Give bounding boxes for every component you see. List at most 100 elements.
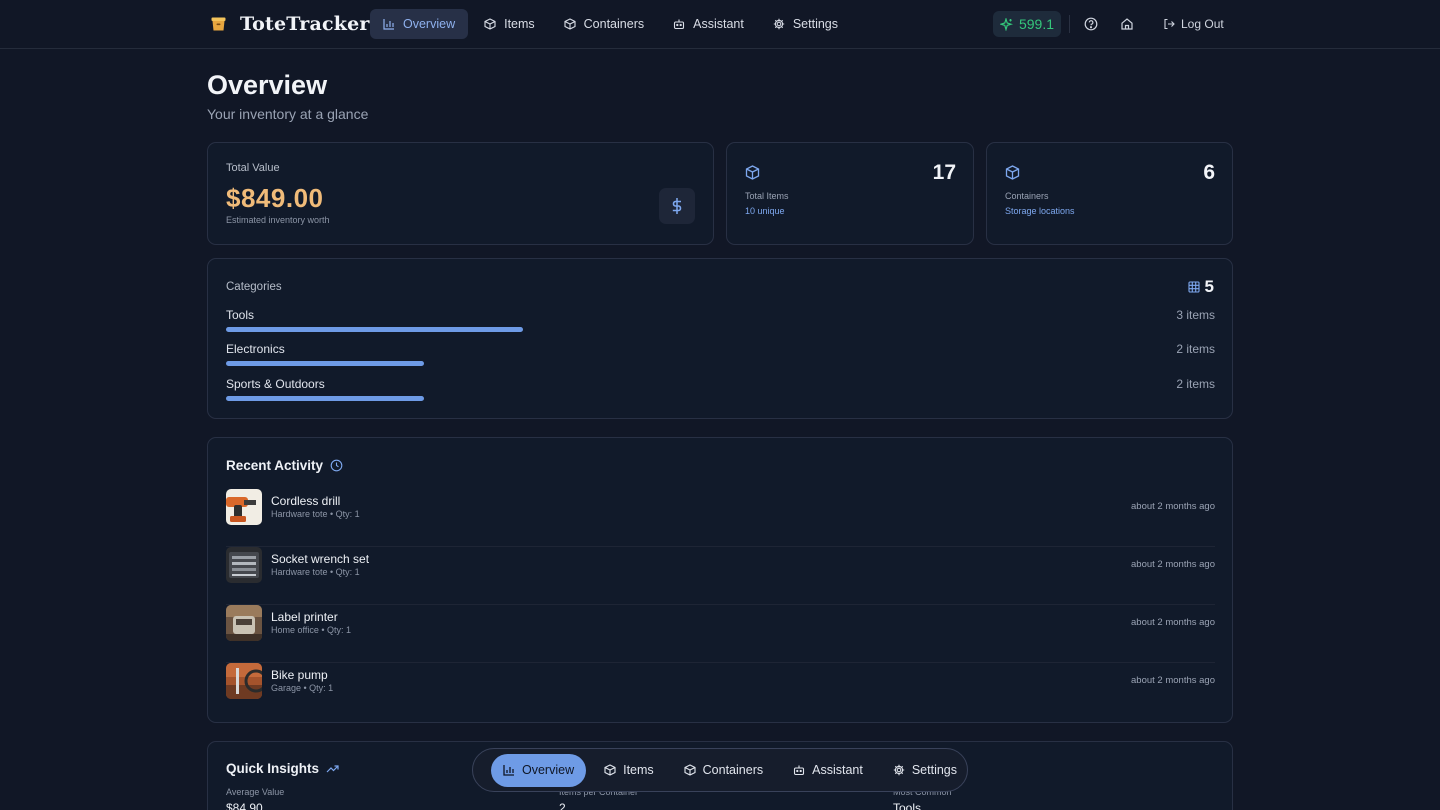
item-name: Socket wrench set	[271, 552, 370, 566]
app-name: ToteTracker	[240, 13, 370, 35]
item-name: Bike pump	[271, 668, 328, 682]
item-name: Cordless drill	[271, 494, 341, 508]
bottom-nav-containers[interactable]: Containers	[672, 754, 775, 787]
total-value-label: Total Value	[226, 162, 280, 174]
nav-settings[interactable]: Settings	[760, 9, 851, 39]
box-icon	[684, 764, 696, 776]
tote-logo-icon	[211, 17, 226, 31]
category-bar-fill	[226, 327, 523, 332]
drill-image	[226, 489, 262, 525]
bottom-nav-containers-label: Containers	[702, 763, 764, 777]
bottom-nav-assistant[interactable]: Assistant	[781, 754, 875, 787]
categories-card: Categories 5 Tools 3 items Electronics 2…	[207, 258, 1233, 419]
category-row[interactable]: Electronics 2 items	[226, 342, 1215, 368]
brand[interactable]: ToteTracker	[211, 12, 370, 36]
nav-items-label: Items	[504, 17, 535, 31]
dollar-badge	[659, 188, 695, 224]
total-items-card[interactable]: 17 Total Items 10 unique	[726, 142, 974, 245]
category-item-count: 2 items	[1176, 377, 1215, 391]
insight-value: 2	[559, 801, 566, 810]
recent-activity-card: Recent Activity Cordless drill Hardware …	[207, 437, 1233, 723]
recent-activity-title: Recent Activity	[226, 458, 343, 473]
total-items-count: 17	[932, 161, 956, 184]
logout-button[interactable]: Log Out	[1163, 17, 1224, 31]
points-badge[interactable]: 599.1	[993, 11, 1061, 37]
total-value-card: Total Value $849.00 Estimated inventory …	[207, 142, 714, 245]
grid-icon	[1188, 281, 1200, 293]
sparkle-icon	[999, 17, 1013, 31]
nav-overview[interactable]: Overview	[370, 9, 469, 39]
home-icon[interactable]	[1120, 17, 1134, 31]
bar-chart-icon	[383, 19, 394, 30]
bottom-nav-items-label: Items	[623, 763, 654, 777]
label-printer-image	[226, 605, 262, 641]
activity-row[interactable]: Bike pump Garage • Qty: 1 about 2 months…	[226, 663, 1215, 721]
containers-card[interactable]: 6 Containers Storage locations	[986, 142, 1233, 245]
box-icon	[564, 18, 576, 30]
total-items-label: Total Items	[745, 191, 789, 201]
item-thumbnail	[226, 605, 262, 641]
bottom-nav-overview-label: Overview	[522, 763, 575, 777]
unique-items-count: 10 unique	[745, 206, 785, 216]
category-row[interactable]: Tools 3 items	[226, 308, 1215, 334]
box-icon	[484, 18, 496, 30]
main-nav: Overview Items Containers Assistant Sett…	[370, 9, 854, 39]
item-thumbnail	[226, 547, 262, 583]
bot-icon	[674, 19, 685, 30]
item-meta: Hardware tote • Qty: 1	[271, 567, 360, 577]
category-bar-track	[226, 361, 1215, 366]
category-bar-track	[226, 327, 1215, 332]
insight-average-value: Average Value $84.90	[226, 787, 284, 810]
gear-icon	[773, 18, 785, 30]
containers-label: Containers	[1005, 191, 1049, 201]
categories-count: 5	[1204, 277, 1214, 296]
item-timestamp: about 2 months ago	[1131, 559, 1215, 570]
recent-activity-label: Recent Activity	[226, 458, 324, 473]
box-icon	[1005, 165, 1020, 180]
total-value-amount: $849.00	[226, 183, 324, 213]
nav-assistant[interactable]: Assistant	[660, 9, 757, 39]
category-bar-track	[226, 396, 1215, 401]
bottom-nav-items[interactable]: Items	[592, 754, 666, 787]
item-timestamp: about 2 months ago	[1131, 675, 1215, 686]
help-icon[interactable]	[1084, 17, 1098, 31]
activity-row[interactable]: Socket wrench set Hardware tote • Qty: 1…	[226, 547, 1215, 605]
points-value: 599.1	[1018, 16, 1055, 32]
category-bar-fill	[226, 396, 424, 401]
category-row[interactable]: Sports & Outdoors 2 items	[226, 377, 1215, 403]
containers-count: 6	[1203, 161, 1215, 184]
page-title: Overview	[207, 70, 328, 100]
box-icon	[604, 764, 616, 776]
nav-containers[interactable]: Containers	[551, 9, 657, 39]
categories-title: Categories	[226, 281, 282, 293]
floating-nav: Overview Items Containers Assistant Sett…	[472, 748, 968, 792]
item-thumbnail	[226, 663, 262, 699]
quick-insights-label: Quick Insights	[226, 761, 320, 776]
nav-items[interactable]: Items	[471, 9, 548, 39]
bottom-nav-settings[interactable]: Settings	[881, 754, 969, 787]
category-item-count: 2 items	[1176, 342, 1215, 356]
item-timestamp: about 2 months ago	[1131, 617, 1215, 628]
socket-set-image	[226, 547, 262, 583]
gear-icon	[893, 764, 905, 776]
insight-value: Tools	[893, 801, 922, 810]
category-name: Sports & Outdoors	[226, 377, 325, 391]
category-item-count: 3 items	[1176, 308, 1215, 322]
quick-insights-title: Quick Insights	[226, 761, 339, 776]
insight-label: Average Value	[226, 787, 285, 797]
item-meta: Home office • Qty: 1	[271, 625, 352, 635]
item-thumbnail	[226, 489, 262, 525]
bottom-nav-assistant-label: Assistant	[812, 763, 863, 777]
item-meta: Hardware tote • Qty: 1	[271, 509, 360, 519]
trending-up-icon	[326, 765, 339, 773]
bottom-nav-overview[interactable]: Overview	[491, 753, 587, 787]
nav-assistant-label: Assistant	[693, 17, 744, 31]
top-navbar: ToteTracker Overview Items Containers As…	[0, 0, 1440, 49]
item-meta: Garage • Qty: 1	[271, 683, 334, 693]
activity-row[interactable]: Label printer Home office • Qty: 1 about…	[226, 605, 1215, 663]
bar-chart-icon	[503, 765, 514, 776]
clock-icon	[330, 459, 343, 472]
activity-row[interactable]: Cordless drill Hardware tote • Qty: 1 ab…	[226, 489, 1215, 547]
category-bar-fill	[226, 361, 424, 366]
bike-pump-image	[226, 663, 262, 699]
